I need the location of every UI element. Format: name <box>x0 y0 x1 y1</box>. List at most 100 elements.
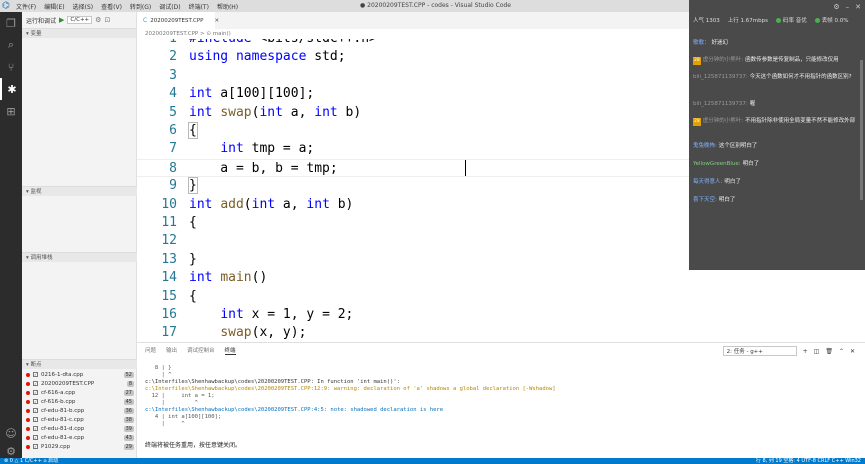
breakpoint-checkbox[interactable]: ✓ <box>33 444 38 449</box>
chat-scrollbar[interactable] <box>860 60 863 200</box>
breakpoint-item[interactable]: ✓ cf-616-b.cpp 45 <box>22 397 137 406</box>
terminal-line: | ^ <box>145 421 185 427</box>
chevron-up-icon[interactable]: ⌃ <box>839 348 844 355</box>
split-terminal-icon[interactable]: ◫ <box>814 348 820 355</box>
cpp-file-icon: C <box>143 17 148 24</box>
watch-section[interactable]: 监视 <box>22 186 137 196</box>
callstack-section[interactable]: 调用堆栈 <box>22 252 137 262</box>
status-right[interactable]: 行 8, 列 19 空格: 4 UTF-8 CRLF C++ Win32 <box>756 458 861 464</box>
breakpoint-file: 20200209TEST.CPP <box>41 380 95 387</box>
vscode-logo-icon: ⌬ <box>2 1 10 11</box>
terminal-select[interactable]: 2: 任务 - g++ <box>722 346 797 356</box>
panel-tab[interactable]: 问题 <box>145 346 156 354</box>
menu-item[interactable]: 编辑(E) <box>44 2 64 11</box>
breakpoint-checkbox[interactable]: ✓ <box>33 399 38 404</box>
chat-message: 歌歌： 好迷幻 <box>689 39 865 47</box>
debug-console-icon[interactable]: ⊡ <box>104 16 110 24</box>
breakpoint-checkbox[interactable]: ✓ <box>33 408 38 413</box>
debug-config-select[interactable]: C/C++ <box>67 16 93 24</box>
gear-icon[interactable]: ⚙ <box>833 3 839 11</box>
breakpoint-dot-icon <box>26 390 30 395</box>
trash-icon[interactable]: 🗑 <box>825 348 833 355</box>
breakpoint-checkbox[interactable]: ✓ <box>33 435 38 440</box>
panel-tab[interactable]: 调试控制台 <box>187 346 215 354</box>
line-number: 8 <box>169 160 177 176</box>
chat-username[interactable]: 每天得意人: <box>693 179 722 185</box>
chat-username[interactable]: YellowGreenBlue: <box>693 161 741 167</box>
terminal-line: c:\Interfiles\Shenhawbackup\codes\202002… <box>145 407 444 413</box>
menu-item[interactable]: 转到(G) <box>130 2 151 11</box>
code-line[interactable]: 14 int main() <box>137 269 864 287</box>
breakpoint-item[interactable]: ✓ 20200209TEST.CPP 8 <box>22 379 137 388</box>
breadcrumb[interactable]: 20200209TEST.CPP > ⊙ main() <box>137 29 689 39</box>
menu-item[interactable]: 帮助(H) <box>217 2 238 11</box>
code-line[interactable]: 17 swap(x, y); <box>137 324 864 342</box>
chat-message: 每天得意人: 明白了 <box>689 178 865 186</box>
code-line[interactable]: 15 { <box>137 288 864 306</box>
line-source: int main() <box>189 270 268 286</box>
stream-overlay: ⚙ – ✕ 人气 1303 上行 1.67mbps 码率 音优 丢帧 0.0% … <box>689 0 865 270</box>
close-icon[interactable]: ✕ <box>850 348 855 355</box>
panel-tab[interactable]: 终端 <box>224 346 236 355</box>
breakpoint-line: 45 <box>123 398 134 405</box>
menu-item[interactable]: 文件(F) <box>16 2 36 11</box>
breakpoint-file: cf-edu-81-b.cpp <box>41 407 85 414</box>
breakpoint-item[interactable]: ✓ cf-edu-81-b.cpp 36 <box>22 406 137 415</box>
breakpoint-item[interactable]: ✓ cf-edu-81-c.cpp 38 <box>22 415 137 424</box>
variables-section[interactable]: 变量 <box>22 28 136 38</box>
close-icon[interactable]: ✕ <box>214 18 219 24</box>
minimize-icon[interactable]: – <box>846 3 850 11</box>
breakpoint-item[interactable]: ✓ cf-edu-81-e.cpp 43 <box>22 433 137 442</box>
debug-icon[interactable]: ✱ <box>0 78 22 100</box>
chat-text: 明白了 <box>742 161 760 167</box>
breakpoint-checkbox[interactable]: ✓ <box>33 381 38 386</box>
chat-username[interactable]: 鬼兔晚怖: <box>693 143 717 149</box>
chat-username[interactable]: bili_125871139737: <box>693 74 748 80</box>
breakpoints-section[interactable]: 断点 <box>22 359 137 369</box>
breakpoint-checkbox[interactable]: ✓ <box>33 417 38 422</box>
breakpoint-checkbox[interactable]: ✓ <box>33 390 38 395</box>
search-icon[interactable]: ⌕ <box>0 34 22 56</box>
line-number: 6 <box>169 123 177 138</box>
menu-item[interactable]: 查看(V) <box>101 2 122 11</box>
breakpoint-checkbox[interactable]: ✓ <box>33 372 38 377</box>
editor-tab[interactable]: C 20200209TEST.CPP ✕ <box>137 12 219 29</box>
menu-item[interactable]: 调试(D) <box>159 2 180 11</box>
line-number: 2 <box>169 49 177 65</box>
chat-text: 喔 <box>749 101 756 107</box>
chat-message: 喜下天空: 明白了 <box>689 196 865 204</box>
debug-sidebar: 运行和调试 ▶ C/C++ ⚙ ⊡ 变量 监视 调用堆栈 断点 ✓0216-1-… <box>22 12 137 458</box>
start-debugging-icon[interactable]: ▶ <box>59 16 64 24</box>
terminal-line: c:\Interfiles\Shenhawbackup\codes\202002… <box>145 379 400 385</box>
breakpoint-item[interactable]: ✓ P1029.cpp 29 <box>22 442 137 451</box>
code-line[interactable]: 16 int x = 1, y = 2; <box>137 306 864 324</box>
add-terminal-icon[interactable]: + <box>803 348 808 355</box>
close-icon[interactable]: ✕ <box>855 3 861 11</box>
chat-username[interactable]: 虚分钟的小熊叶: <box>703 118 743 124</box>
breakpoint-item[interactable]: ✓ 0216-1-dta.cpp 52 <box>22 370 137 379</box>
chat-username[interactable]: 歌歌： <box>693 40 710 46</box>
chat-username[interactable]: bili_125871139737: <box>693 101 748 107</box>
line-source: } <box>188 177 198 195</box>
extensions-icon[interactable]: ⊞ <box>0 100 22 122</box>
upload-rate: 上行 1.67mbps <box>727 18 768 24</box>
chat-message: bili_125871139737: 喔 <box>689 100 865 108</box>
breakpoint-item[interactable]: ✓ cf-616-a.cpp 27 <box>22 388 137 397</box>
breakpoint-file: cf-616-b.cpp <box>41 398 76 405</box>
frame-loss: 丢帧 0.0% <box>814 16 848 24</box>
breakpoint-item[interactable]: ✓ cf-edu-81-d.cpp 39 <box>22 424 137 433</box>
chat-username[interactable]: 喜下天空: <box>693 197 717 203</box>
chat-username[interactable]: 虚分钟的小熊叶: <box>703 57 743 63</box>
line-source: { <box>189 215 197 230</box>
panel-tab[interactable]: 输出 <box>166 346 177 354</box>
menu-item[interactable]: 终端(T) <box>189 2 209 11</box>
chat-message: 28 虚分钟的小熊叶: 函数传参数是传复制品，只能修改仅用 <box>689 56 865 65</box>
explorer-icon[interactable]: ❐ <box>0 12 22 34</box>
status-left[interactable]: ⊗ 0 △ 1 C/C++ ⌂ 启动 <box>4 458 58 464</box>
line-source: int a[100][100]; <box>189 86 315 102</box>
gear-icon[interactable]: ⚙ <box>95 16 101 24</box>
line-source: using namespace std; <box>189 49 346 65</box>
source-control-icon[interactable]: ⑂ <box>0 56 22 78</box>
breakpoint-checkbox[interactable]: ✓ <box>33 426 38 431</box>
menu-item[interactable]: 选择(S) <box>73 2 94 11</box>
